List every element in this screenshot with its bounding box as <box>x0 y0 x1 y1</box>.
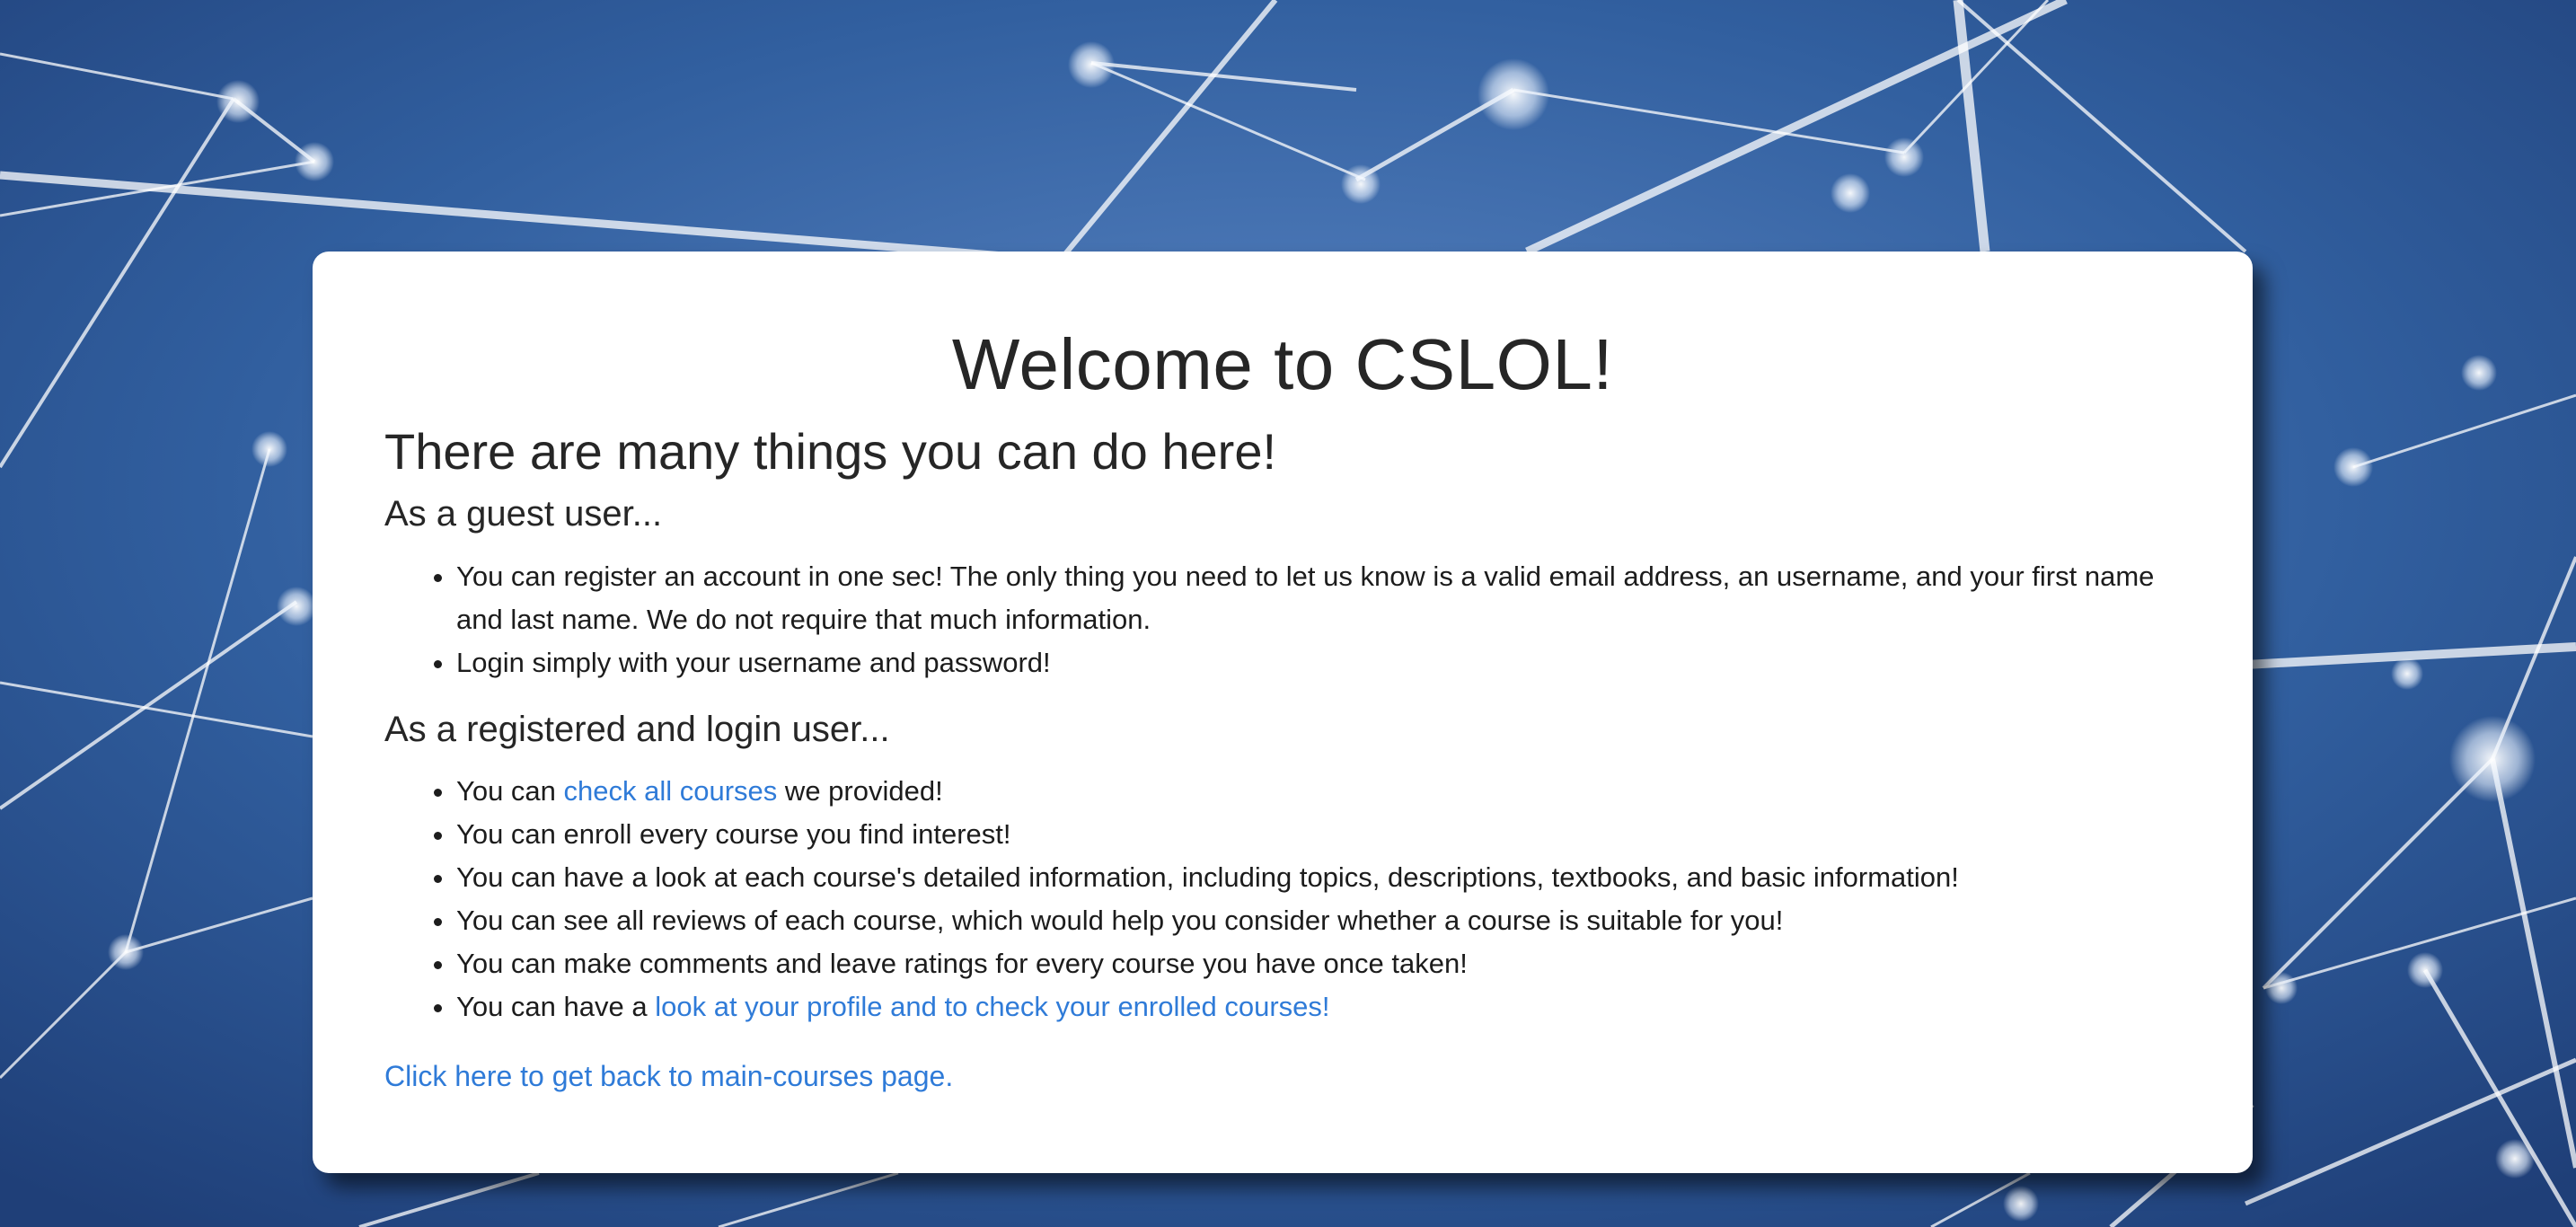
check-all-courses-link[interactable]: check all courses <box>564 775 778 807</box>
page-subtitle: There are many things you can do here! <box>384 423 1277 480</box>
guest-user-heading: As a guest user... <box>384 494 663 534</box>
list-item: You can register an account in one sec! … <box>456 555 2181 641</box>
list-item-text: You can have a <box>456 991 656 1022</box>
list-item: You can make comments and leave ratings … <box>456 942 2181 985</box>
list-item: You can check all courses we provided! <box>456 770 2181 813</box>
list-item: You can have a look at each course's det… <box>456 856 2181 899</box>
back-to-main-courses-link[interactable]: Click here to get back to main-courses p… <box>384 1060 953 1093</box>
welcome-card: Welcome to CSLOL! There are many things … <box>313 252 2253 1173</box>
list-item-text: we provided! <box>777 775 943 807</box>
registered-user-list: You can check all courses we provided! Y… <box>384 770 2181 1028</box>
profile-enrolled-courses-link[interactable]: look at your profile and to check your e… <box>655 991 1329 1022</box>
guest-user-list: You can register an account in one sec! … <box>384 555 2181 684</box>
list-item: You can enroll every course you find int… <box>456 813 2181 856</box>
list-item: You can have a look at your profile and … <box>456 985 2181 1028</box>
list-item: Login simply with your username and pass… <box>456 641 2181 684</box>
list-item: You can see all reviews of each course, … <box>456 899 2181 942</box>
page-title: Welcome to CSLOL! <box>951 324 1614 404</box>
list-item-text: You can <box>456 775 564 807</box>
registered-user-heading: As a registered and login user... <box>384 710 890 749</box>
